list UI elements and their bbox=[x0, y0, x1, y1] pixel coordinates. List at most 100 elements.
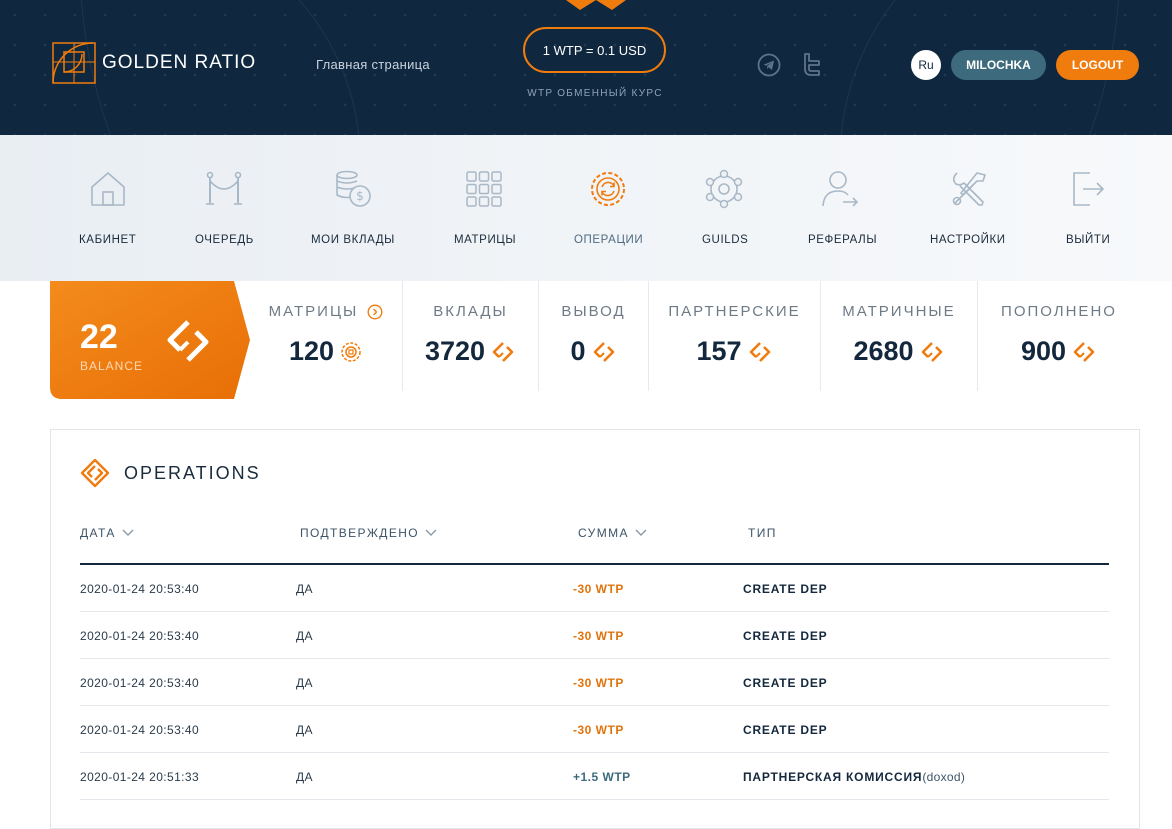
nav-item-queue[interactable]: ОЧЕРЕДЬ bbox=[184, 135, 264, 281]
cell-sum: -30 WTP bbox=[573, 676, 624, 690]
cell-confirmed: ДА bbox=[296, 723, 313, 737]
nav-item-guilds[interactable]: GUILDS bbox=[684, 135, 764, 281]
cell-date: 2020-01-24 20:53:40 bbox=[80, 723, 200, 737]
cell-date: 2020-01-24 20:53:40 bbox=[80, 676, 200, 690]
stat-value: 2680 bbox=[853, 336, 914, 366]
table-row: 2020-01-24 20:53:40 ДА -30 WTP CREATE DE… bbox=[80, 612, 1109, 659]
wtp-currency-icon bbox=[749, 341, 770, 362]
stat-matrix-income: МАТРИЧНЫЕ 2680 bbox=[821, 281, 977, 391]
chevron-circle-icon[interactable] bbox=[367, 303, 383, 320]
exchange-rate-caption: WTP ОБМЕННЫЙ КУРС bbox=[527, 88, 663, 99]
exchange-rate-badge: 1 WTP = 0.1 USD bbox=[523, 27, 666, 73]
nav-label-settings: НАСТРОЙКИ bbox=[930, 234, 1006, 246]
stat-partner: ПАРТНЕРСКИЕ 157 bbox=[649, 281, 820, 391]
nav-item-deposits[interactable]: $ МОИ ВКЛАДЫ bbox=[303, 135, 403, 281]
wtp-logo-icon bbox=[167, 320, 209, 362]
nav-item-cabinet[interactable]: КАБИНЕТ bbox=[68, 135, 148, 281]
cell-type: CREATE DEP bbox=[743, 629, 827, 643]
rate-notch-icon bbox=[566, 0, 626, 10]
nav-label-operations: ОПЕРАЦИИ bbox=[574, 234, 644, 246]
cell-type-extra: (doxod) bbox=[922, 770, 966, 784]
column-header-sum[interactable]: СУММА bbox=[578, 526, 647, 540]
golden-ratio-logo-icon bbox=[52, 42, 96, 84]
twitter-icon bbox=[804, 53, 820, 76]
cell-type-label: CREATE DEP bbox=[743, 723, 828, 737]
nav-item-settings[interactable]: НАСТРОЙКИ bbox=[922, 135, 1016, 281]
exit-icon bbox=[1073, 172, 1105, 206]
column-header-label: ДАТА bbox=[80, 526, 116, 540]
cell-type: CREATE DEP bbox=[743, 723, 827, 737]
nav-label-guilds: GUILDS bbox=[702, 234, 749, 246]
wtp-currency-icon bbox=[492, 341, 514, 362]
operations-icon bbox=[591, 172, 625, 206]
stat-value: 0 bbox=[570, 336, 586, 366]
stat-value: 157 bbox=[696, 336, 742, 366]
cell-date: 2020-01-24 20:53:40 bbox=[80, 582, 200, 596]
balance-value: 22 bbox=[80, 318, 118, 356]
logo[interactable]: GOLDEN RATIO bbox=[52, 42, 256, 84]
home-link[interactable]: Главная страница bbox=[316, 57, 430, 72]
operations-title-icon bbox=[80, 458, 110, 488]
nav-item-referrals[interactable]: РЕФЕРАЛЫ bbox=[800, 135, 880, 281]
stat-value: 120 bbox=[288, 336, 335, 366]
column-header-label: СУММА bbox=[578, 526, 629, 540]
cell-type-label: CREATE DEP bbox=[743, 676, 828, 690]
cell-type-label: ПАРТНЕРСКАЯ КОМИССИЯ bbox=[743, 770, 923, 784]
cell-type-label: CREATE DEP bbox=[743, 582, 828, 596]
cell-sum: +1.5 WTP bbox=[573, 770, 631, 784]
nav-label-queue: ОЧЕРЕДЬ bbox=[195, 234, 254, 246]
table-row: 2020-01-24 20:53:40 ДА -30 WTP CREATE DE… bbox=[80, 706, 1109, 753]
nav-label-deposits: МОИ ВКЛАДЫ bbox=[311, 234, 395, 246]
table-row: 2020-01-24 20:51:33 ДА +1.5 WTP ПАРТНЕРС… bbox=[80, 753, 1109, 800]
cell-type: ПАРТНЕРСКАЯ КОМИССИЯ(doxod) bbox=[743, 770, 965, 784]
queue-icon bbox=[206, 171, 242, 205]
cell-type: CREATE DEP bbox=[743, 582, 827, 596]
column-header-date[interactable]: ДАТА bbox=[80, 526, 134, 540]
stat-topped-up: ПОПОЛНЕНО 900 bbox=[978, 281, 1140, 391]
balance-label: BALANCE bbox=[80, 359, 144, 373]
stat-withdraw: ВЫВОД 0 bbox=[539, 281, 648, 391]
column-header-type: ТИП bbox=[748, 526, 777, 540]
chevron-down-icon bbox=[635, 529, 647, 536]
stat-divider bbox=[402, 281, 403, 391]
matrix-coin-icon bbox=[341, 341, 361, 362]
stat-deposits: ВКЛАДЫ 3720 bbox=[404, 281, 537, 391]
cell-type-label: CREATE DEP bbox=[743, 629, 828, 643]
stat-label: ВЫВОД bbox=[561, 303, 626, 320]
cell-sum: -30 WTP bbox=[573, 582, 624, 596]
nav-item-operations[interactable]: ОПЕРАЦИИ bbox=[565, 135, 651, 281]
nav-item-exit[interactable]: ВЫЙТИ bbox=[1056, 135, 1120, 281]
telegram-link[interactable] bbox=[756, 52, 782, 78]
twitter-link[interactable] bbox=[799, 52, 825, 78]
wtp-currency-icon bbox=[921, 341, 942, 362]
column-header-label: ТИП bbox=[748, 526, 777, 540]
table-row: 2020-01-24 20:53:40 ДА -30 WTP CREATE DE… bbox=[80, 565, 1109, 612]
stat-value: 900 bbox=[1020, 336, 1067, 366]
cell-sum: -30 WTP bbox=[573, 723, 624, 737]
nav-label-exit: ВЫЙТИ bbox=[1066, 234, 1111, 246]
cell-type: CREATE DEP bbox=[743, 676, 827, 690]
nav-label-cabinet: КАБИНЕТ bbox=[79, 234, 137, 246]
column-header-confirmed[interactable]: ПОДТВЕРЖДЕНО bbox=[300, 526, 437, 540]
logo-text: GOLDEN RATIO bbox=[102, 52, 257, 73]
svg-text:$: $ bbox=[356, 189, 364, 203]
wtp-currency-icon bbox=[1073, 341, 1095, 362]
stat-label: ВКЛАДЫ bbox=[433, 303, 508, 320]
nav-label-matrices: МАТРИЦЫ bbox=[454, 234, 517, 246]
language-selector[interactable]: Ru bbox=[911, 50, 941, 80]
tools-icon bbox=[952, 172, 986, 206]
house-icon bbox=[91, 172, 125, 206]
cell-confirmed: ДА bbox=[296, 582, 313, 596]
referral-icon bbox=[822, 171, 859, 207]
cell-confirmed: ДА bbox=[296, 676, 313, 690]
coins-icon: $ bbox=[336, 170, 371, 207]
grid-icon bbox=[466, 171, 502, 207]
wtp-currency-icon bbox=[593, 341, 614, 362]
telegram-icon bbox=[757, 53, 781, 77]
nav-item-matrices[interactable]: МАТРИЦЫ bbox=[444, 135, 524, 281]
user-profile-button[interactable]: MILOCHKA bbox=[951, 50, 1046, 80]
logout-button[interactable]: LOGOUT bbox=[1056, 50, 1139, 80]
column-header-label: ПОДТВЕРЖДЕНО bbox=[300, 526, 420, 540]
cell-date: 2020-01-24 20:51:33 bbox=[80, 770, 200, 784]
operations-title: OPERATIONS bbox=[124, 463, 261, 483]
